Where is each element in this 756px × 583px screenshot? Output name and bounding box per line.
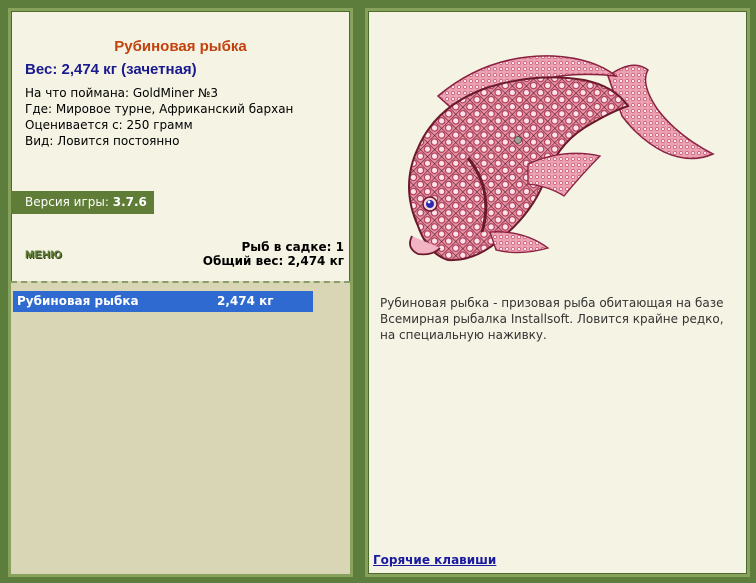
keepnet-stats: Рыб в садке: 1 Общий вес: 2,474 кг xyxy=(203,240,344,268)
valued-from-line: Оценивается с: 250 грамм xyxy=(25,118,193,132)
fish-count: Рыб в садке: 1 xyxy=(241,240,345,254)
fish-name-title: Рубиновая рыбка xyxy=(114,38,247,55)
fish-weight: Вес: 2,474 кг (зачетная) xyxy=(25,61,197,78)
catch-item-weight: 2,474 кг xyxy=(217,294,274,308)
catch-list: Рубиновая рыбка 2,474 кг xyxy=(11,281,350,574)
hotkeys-link[interactable]: Горячие клавиши xyxy=(373,553,496,567)
version-value: 3.7.6 xyxy=(112,195,147,209)
ruby-fish-image xyxy=(408,55,715,262)
version-bar: Версия игры: 3.7.6 xyxy=(11,191,154,214)
total-weight: Общий вес: 2,474 кг xyxy=(202,254,344,268)
location-line: Где: Мировое турне, Африканский бархан xyxy=(25,102,294,116)
fish-detail-panel: Рубиновая рыбка - призовая рыба обитающа… xyxy=(365,8,750,577)
caught-with-line: На что поймана: GoldMiner №3 xyxy=(25,86,219,100)
version-label: Версия игры: xyxy=(25,195,109,209)
kind-line: Вид: Ловится постоянно xyxy=(25,134,180,148)
catch-item-name: Рубиновая рыбка xyxy=(17,294,139,308)
catch-list-item[interactable]: Рубиновая рыбка 2,474 кг xyxy=(13,291,313,312)
menu-button[interactable]: МЕНЮ xyxy=(25,249,62,261)
fish-description: Рубиновая рыбка - призовая рыба обитающа… xyxy=(380,296,724,342)
fish-info-panel: Рубиновая рыбка Вес: 2,474 кг (зачетная)… xyxy=(8,8,353,577)
